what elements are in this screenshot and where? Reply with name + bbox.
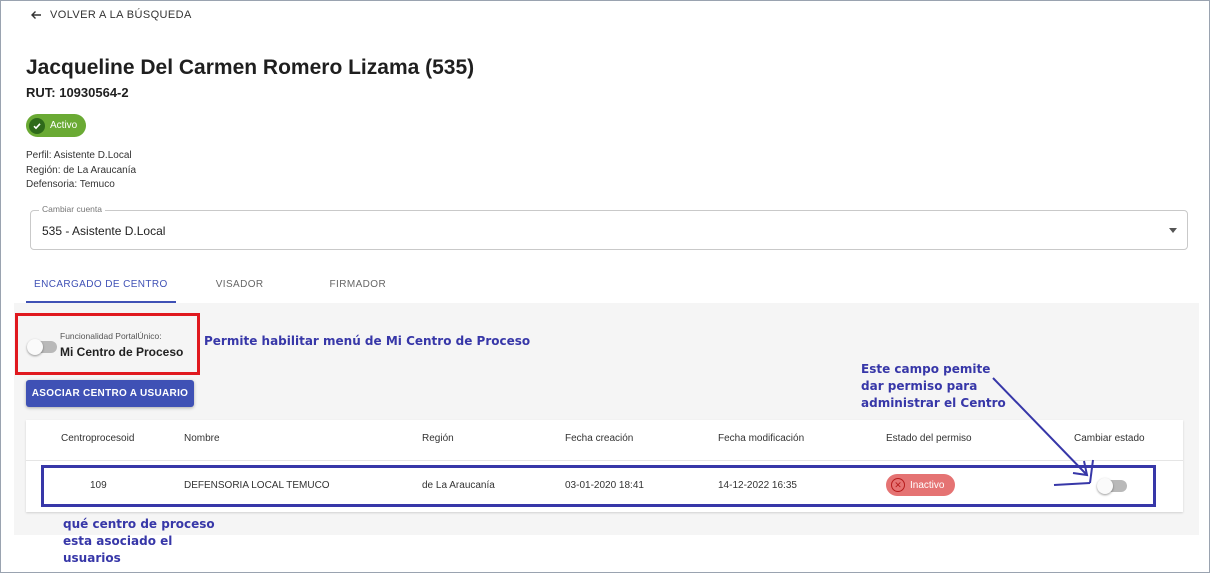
arrow-line: [1053, 482, 1091, 486]
arrow-line: [992, 377, 1088, 476]
arrow-line: [1089, 459, 1094, 484]
annotation-arrows: [992, 377, 1094, 486]
